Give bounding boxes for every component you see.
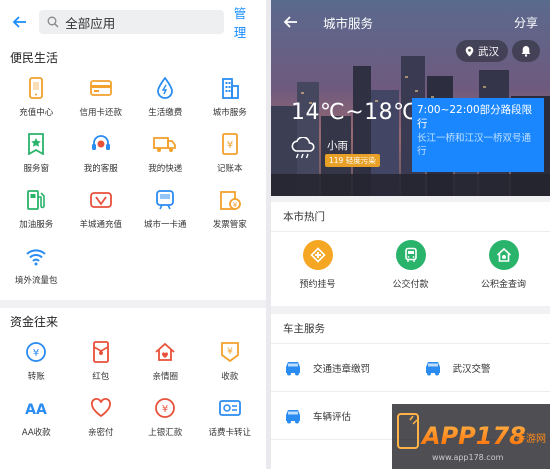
app-phone-card-transfer[interactable]: 话费卡转让 xyxy=(198,392,263,448)
section-divider xyxy=(271,306,550,314)
app-overseas-data[interactable]: 境外流量包 xyxy=(4,240,69,296)
app178-watermark-logo: APP178 手游网 www.app178.com xyxy=(392,404,550,469)
city-services-panel: 城市服务 分享 武汉 14℃~18℃ 小雨 119 轻度污染 7:00~22:0… xyxy=(271,0,550,469)
search-icon xyxy=(47,16,59,28)
svg-text:¥: ¥ xyxy=(162,404,168,415)
family-home-icon xyxy=(153,340,177,364)
search-input[interactable]: 全部应用 xyxy=(39,10,224,34)
car-icon xyxy=(286,409,300,423)
restriction-time: 7:00~22:00部分路段限行 xyxy=(417,104,533,130)
app-my-customer-service[interactable]: 我的客服 xyxy=(69,128,134,184)
app-my-express[interactable]: 我的快递 xyxy=(133,128,198,184)
car-icon xyxy=(425,361,440,375)
heart-pay-icon xyxy=(89,396,113,420)
utility-drop-icon xyxy=(153,76,177,100)
watermark-sub: 手游网 xyxy=(516,432,546,445)
phone-icon xyxy=(24,76,48,100)
ledger-icon: ¥ xyxy=(218,132,242,156)
city-card-icon xyxy=(153,188,177,212)
hot-services-row: 预约挂号 公交付款 公积金查询 xyxy=(271,232,550,306)
app-family-circle[interactable]: 亲情圈 xyxy=(133,336,198,392)
transit-card-icon xyxy=(89,188,113,212)
svg-text:AA: AA xyxy=(25,402,47,418)
credit-card-icon xyxy=(89,76,113,100)
app-list-panel: 全部应用 管理 便民生活 充值中心 信用卡还款 生活缴费 城市服务 服务窗 我的… xyxy=(0,0,266,469)
section-title: 便民生活 xyxy=(10,51,59,65)
bank-remit-icon: ¥ xyxy=(153,396,177,420)
app-aa-collect[interactable]: AA AA收款 xyxy=(4,392,69,448)
car-services-row: 交通违章缴罚 武汉交警 xyxy=(271,344,550,392)
bell-icon[interactable] xyxy=(512,40,540,62)
app-ledger[interactable]: ¥ 记账本 xyxy=(198,128,263,184)
top-bar: 全部应用 管理 xyxy=(0,0,266,44)
app-receive-money[interactable]: ¥ 收款 xyxy=(198,336,263,392)
hot-item-bus-pay[interactable]: 公交付款 xyxy=(371,240,451,306)
app-transfer[interactable]: ¥ 转账 xyxy=(4,336,69,392)
car-item-vehicle-evaluation[interactable]: 车辆评估 xyxy=(271,408,411,424)
app-credit-card-repay[interactable]: 信用卡还款 xyxy=(69,72,134,128)
section-title: 资金往来 xyxy=(10,315,59,329)
share-button[interactable]: 分享 xyxy=(514,14,538,31)
fuel-icon xyxy=(24,188,48,212)
air-quality-badge: 119 轻度污染 xyxy=(325,154,380,167)
house-fund-icon xyxy=(488,240,519,270)
page-title: 城市服务 xyxy=(323,15,374,31)
transfer-icon: ¥ xyxy=(24,340,48,364)
headset-icon xyxy=(89,132,113,156)
location-selector[interactable]: 武汉 xyxy=(456,40,508,62)
receive-money-icon: ¥ xyxy=(218,340,242,364)
search-placeholder: 全部应用 xyxy=(65,15,116,31)
svg-text:¥: ¥ xyxy=(227,140,233,151)
app-fuel-service[interactable]: 加油服务 xyxy=(4,184,69,240)
red-packet-icon xyxy=(89,340,113,364)
life-services-grid: 充值中心 信用卡还款 生活缴费 城市服务 服务窗 我的客服 我的快递 ¥ 记账本… xyxy=(0,72,266,296)
app-city-services[interactable]: 城市服务 xyxy=(198,72,263,128)
app-transit-card-recharge[interactable]: 羊城通充值 xyxy=(69,184,134,240)
city-hero-banner: 城市服务 分享 武汉 14℃~18℃ 小雨 119 轻度污染 7:00~22:0… xyxy=(271,0,550,196)
car-icon xyxy=(286,361,300,375)
watermark-url: www.app178.com xyxy=(432,453,504,462)
aa-icon: AA xyxy=(24,396,48,420)
bus-icon xyxy=(395,240,426,270)
section-title: 车主服务 xyxy=(271,314,550,344)
car-item-violation-fine[interactable]: 交通违章缴罚 xyxy=(271,360,411,376)
app-recharge-center[interactable]: 充值中心 xyxy=(4,72,69,128)
medical-cross-icon xyxy=(302,240,333,270)
traffic-restriction-card[interactable]: 7:00~22:00部分路段限行 长江一桥和江汉一桥双号通行 xyxy=(412,98,544,172)
app-service-window[interactable]: 服务窗 xyxy=(4,128,69,184)
hot-item-housing-fund[interactable]: 公积金查询 xyxy=(464,240,544,306)
weather-condition: 小雨 xyxy=(327,140,348,152)
invoice-icon: ¥ xyxy=(218,188,242,212)
car-item-wuhan-traffic-police[interactable]: 武汉交警 xyxy=(411,360,550,376)
app-red-packet[interactable]: 红包 xyxy=(69,336,134,392)
back-arrow-icon[interactable] xyxy=(8,10,31,34)
section-divider xyxy=(0,300,266,308)
top-bar: 城市服务 分享 xyxy=(271,0,550,44)
hot-item-appointment[interactable]: 预约挂号 xyxy=(278,240,358,306)
wifi-icon xyxy=(24,244,48,268)
app-invoice-manager[interactable]: ¥ 发票管家 xyxy=(198,184,263,240)
svg-text:¥: ¥ xyxy=(227,347,233,357)
app-utility-payment[interactable]: 生活缴费 xyxy=(133,72,198,128)
back-arrow-icon[interactable] xyxy=(279,10,303,34)
truck-icon xyxy=(153,132,177,156)
svg-text:¥: ¥ xyxy=(233,201,238,209)
city-building-icon xyxy=(218,76,242,100)
app-city-card[interactable]: 城市一卡通 xyxy=(133,184,198,240)
app-intimate-pay[interactable]: 亲密付 xyxy=(69,392,134,448)
svg-text:¥: ¥ xyxy=(33,348,39,359)
location-pin-icon xyxy=(465,46,474,56)
svg-text:APP178: APP178 xyxy=(420,422,526,450)
app-bank-remit[interactable]: ¥ 上银汇款 xyxy=(133,392,198,448)
service-window-icon xyxy=(24,132,48,156)
restriction-detail: 长江一桥和江汉一桥双号通行 xyxy=(417,133,532,157)
rain-cloud-icon xyxy=(289,136,317,165)
fund-transfer-grid: ¥ 转账 红包 亲情圈 ¥ 收款 AA AA收款 亲密付 ¥ 上银汇款 话费卡转… xyxy=(0,336,266,448)
manage-button[interactable]: 管理 xyxy=(234,3,258,41)
location-name: 武汉 xyxy=(478,45,499,58)
temperature-range: 14℃~18℃ xyxy=(291,100,419,125)
phone-card-icon xyxy=(218,396,242,420)
section-title: 本市热门 xyxy=(271,202,550,232)
